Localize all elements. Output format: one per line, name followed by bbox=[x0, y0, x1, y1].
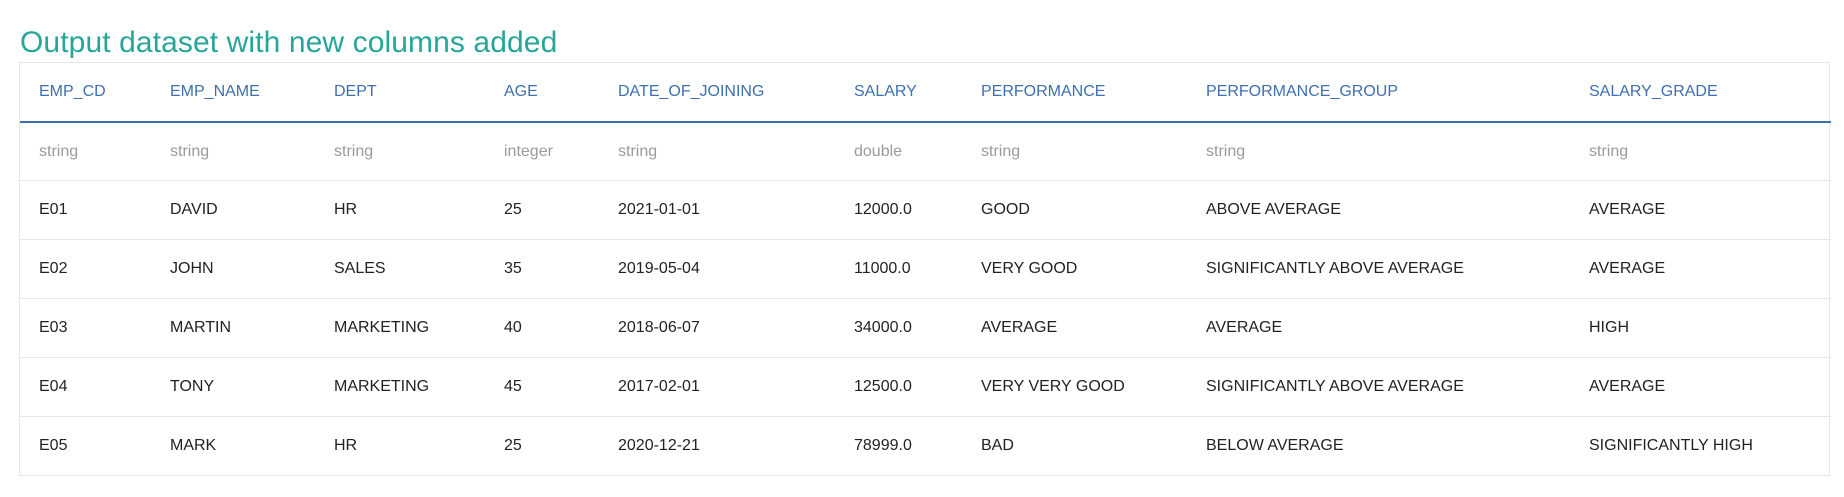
table-cell: 40 bbox=[485, 298, 599, 358]
column-type: double bbox=[835, 122, 962, 181]
column-header-salary-grade[interactable]: SALARY_GRADE bbox=[1570, 63, 1831, 123]
column-type: string bbox=[151, 122, 315, 181]
table-cell: E05 bbox=[20, 416, 151, 476]
table-cell: ABOVE AVERAGE bbox=[1187, 180, 1570, 240]
column-type: string bbox=[315, 122, 485, 181]
table-row: E03 MARTIN MARKETING 40 2018-06-07 34000… bbox=[20, 298, 1831, 358]
table-cell: 2018-06-07 bbox=[599, 298, 835, 358]
table-cell: 2020-12-21 bbox=[599, 416, 835, 476]
table-cell: GOOD bbox=[962, 180, 1187, 240]
table-cell: 25 bbox=[485, 416, 599, 476]
table-cell: 25 bbox=[485, 180, 599, 240]
table-cell: 78999.0 bbox=[835, 416, 962, 476]
table-row: E04 TONY MARKETING 45 2017-02-01 12500.0… bbox=[20, 357, 1831, 417]
table-cell: E03 bbox=[20, 298, 151, 358]
table-cell: HR bbox=[315, 416, 485, 476]
table-cell: VERY GOOD bbox=[962, 239, 1187, 299]
column-type: string bbox=[962, 122, 1187, 181]
table-cell: MARKETING bbox=[315, 357, 485, 417]
column-header-emp-cd[interactable]: EMP_CD bbox=[20, 63, 151, 123]
column-header-salary[interactable]: SALARY bbox=[835, 63, 962, 123]
table-cell: 12500.0 bbox=[835, 357, 962, 417]
table-cell: 2021-01-01 bbox=[599, 180, 835, 240]
column-header-age[interactable]: AGE bbox=[485, 63, 599, 123]
table-row: E05 MARK HR 25 2020-12-21 78999.0 BAD BE… bbox=[20, 416, 1831, 476]
table-cell: SIGNIFICANTLY ABOVE AVERAGE bbox=[1187, 357, 1570, 417]
table-cell: JOHN bbox=[151, 239, 315, 299]
table-cell: MARK bbox=[151, 416, 315, 476]
table-cell: MARTIN bbox=[151, 298, 315, 358]
table-cell: BAD bbox=[962, 416, 1187, 476]
output-dataset-table-container: EMP_CD EMP_NAME DEPT AGE DATE_OF_JOINING… bbox=[19, 62, 1831, 476]
table-cell: AVERAGE bbox=[1187, 298, 1570, 358]
table-cell: DAVID bbox=[151, 180, 315, 240]
table-cell: HR bbox=[315, 180, 485, 240]
table-row: E01 DAVID HR 25 2021-01-01 12000.0 GOOD … bbox=[20, 180, 1831, 240]
table-cell: 45 bbox=[485, 357, 599, 417]
table-cell: 2019-05-04 bbox=[599, 239, 835, 299]
column-type: integer bbox=[485, 122, 599, 181]
column-type: string bbox=[599, 122, 835, 181]
table-cell: 2017-02-01 bbox=[599, 357, 835, 417]
column-type: string bbox=[1570, 122, 1831, 181]
column-header-emp-name[interactable]: EMP_NAME bbox=[151, 63, 315, 123]
column-header-dept[interactable]: DEPT bbox=[315, 63, 485, 123]
table-cell: 11000.0 bbox=[835, 239, 962, 299]
table-cell: SALES bbox=[315, 239, 485, 299]
table-cell: HIGH bbox=[1570, 298, 1831, 358]
table-cell: 12000.0 bbox=[835, 180, 962, 240]
table-cell: AVERAGE bbox=[1570, 239, 1831, 299]
column-type: string bbox=[1187, 122, 1570, 181]
table-cell: VERY VERY GOOD bbox=[962, 357, 1187, 417]
table-cell: MARKETING bbox=[315, 298, 485, 358]
column-header-performance[interactable]: PERFORMANCE bbox=[962, 63, 1187, 123]
column-header-performance-group[interactable]: PERFORMANCE_GROUP bbox=[1187, 63, 1570, 123]
table-cell: SIGNIFICANTLY HIGH bbox=[1570, 416, 1831, 476]
table-cell: E04 bbox=[20, 357, 151, 417]
table-cell: BELOW AVERAGE bbox=[1187, 416, 1570, 476]
output-dataset-table: EMP_CD EMP_NAME DEPT AGE DATE_OF_JOINING… bbox=[20, 63, 1831, 476]
table-cell: 35 bbox=[485, 239, 599, 299]
table-cell: E01 bbox=[20, 180, 151, 240]
column-header-date-of-joining[interactable]: DATE_OF_JOINING bbox=[599, 63, 835, 123]
table-cell: AVERAGE bbox=[1570, 180, 1831, 240]
table-cell: 34000.0 bbox=[835, 298, 962, 358]
column-type-row: string string string integer string doub… bbox=[20, 122, 1831, 181]
table-cell: SIGNIFICANTLY ABOVE AVERAGE bbox=[1187, 239, 1570, 299]
table-cell: AVERAGE bbox=[962, 298, 1187, 358]
table-cell: E02 bbox=[20, 239, 151, 299]
column-type: string bbox=[20, 122, 151, 181]
table-header-row: EMP_CD EMP_NAME DEPT AGE DATE_OF_JOINING… bbox=[20, 63, 1831, 123]
table-cell: AVERAGE bbox=[1570, 357, 1831, 417]
table-cell: TONY bbox=[151, 357, 315, 417]
page-title: Output dataset with new columns added bbox=[20, 26, 558, 60]
table-row: E02 JOHN SALES 35 2019-05-04 11000.0 VER… bbox=[20, 239, 1831, 299]
